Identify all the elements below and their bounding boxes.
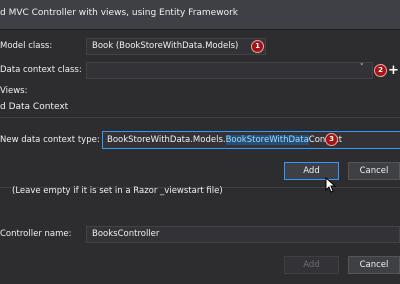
layout-hint-text: (Leave empty if it is set in a Razor _vi…	[12, 186, 223, 196]
type-selected-text: BookStoreWithData	[225, 135, 309, 145]
views-label: Views:	[0, 86, 28, 96]
data-context-type-label: New data context type:	[0, 135, 100, 145]
step-badge-1: 1	[251, 40, 264, 53]
model-class-dropdown[interactable]: Book (BookStoreWithData.Models)	[86, 38, 266, 55]
dialog-cancel-button[interactable]: Cancel	[348, 162, 400, 180]
window-title: d MVC Controller with views, using Entit…	[0, 8, 238, 18]
step-badge-3: 3	[325, 133, 338, 146]
cancel-button[interactable]: Cancel	[348, 256, 400, 274]
data-context-type-input[interactable]: BookStoreWithData.Models.BookStoreWithDa…	[102, 131, 400, 149]
add-button[interactable]: Add	[284, 256, 339, 274]
type-namespace-text: BookStoreWithData.Models.	[107, 135, 226, 145]
data-context-label: Data context class:	[0, 65, 82, 75]
controller-name-label: Controller name:	[0, 229, 72, 239]
model-class-label: Model class:	[0, 41, 53, 51]
step-badge-2: 2	[374, 64, 387, 77]
add-data-context-button[interactable]: +	[388, 64, 399, 77]
mouse-pointer-icon	[325, 176, 337, 193]
data-context-dropdown[interactable]: ˅	[86, 62, 373, 79]
model-class-value: Book (BookStoreWithData.Models)	[92, 41, 239, 51]
dialog-title: d Data Context	[0, 102, 69, 112]
controller-name-input[interactable]: BooksController	[86, 226, 400, 243]
controller-name-value: BooksController	[92, 229, 160, 239]
chevron-down-icon: ˅	[359, 63, 365, 73]
